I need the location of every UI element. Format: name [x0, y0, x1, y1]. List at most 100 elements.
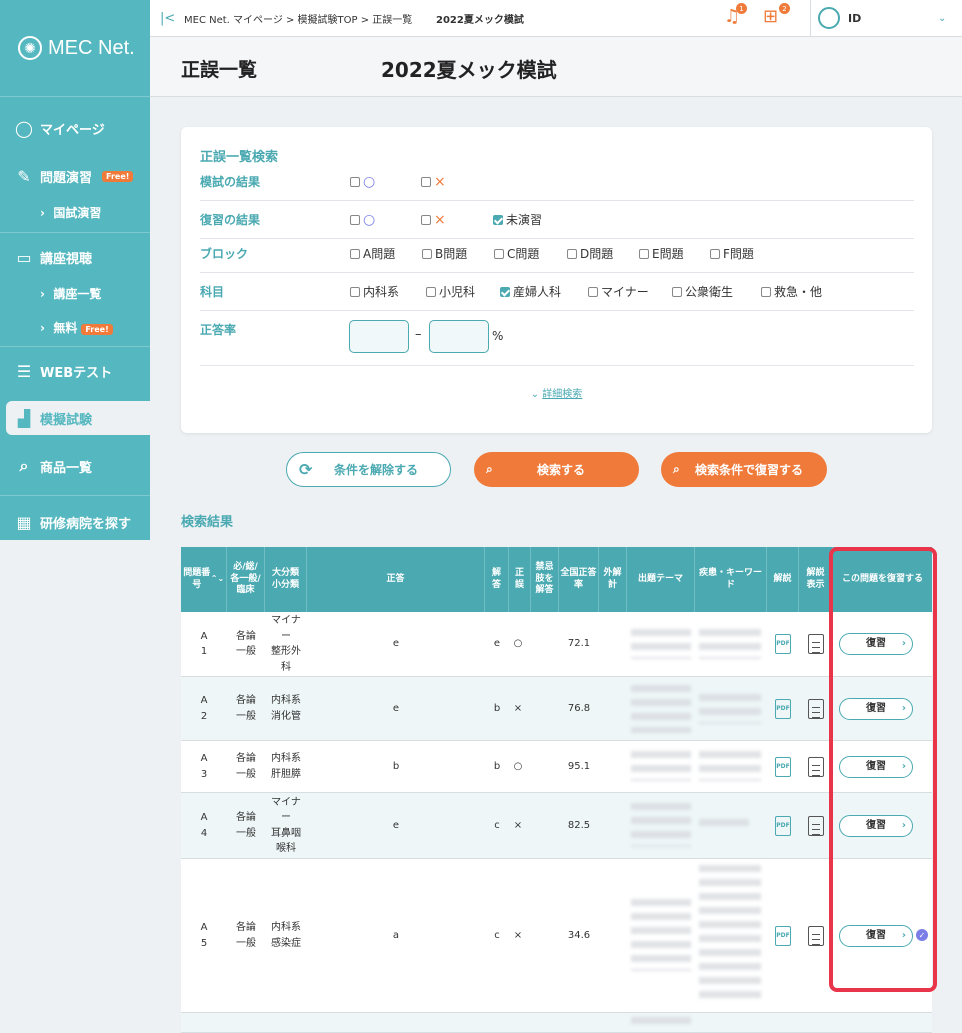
pdf-icon[interactable]: PDF — [767, 741, 799, 792]
filter-row-subject: 科目 内科系 小児科 産婦人科 マイナー 公衆衛生 救急・他 — [200, 273, 914, 311]
circle-icon: ○ — [363, 211, 376, 228]
rate-min-input[interactable] — [349, 320, 409, 353]
document-icon[interactable] — [799, 859, 833, 1012]
header-question-number[interactable]: 問題番号 ⌃⌄ — [181, 547, 227, 612]
header-contraindicated: 禁忌肢を解答 — [531, 547, 559, 612]
cell-rate: 82.5 — [567, 819, 591, 831]
subject-internal-checkbox[interactable]: 内科系 — [350, 283, 399, 300]
subject-emergency-checkbox[interactable]: 救急・他 — [761, 283, 822, 300]
search-button[interactable]: ⌕ 検索する — [474, 452, 639, 487]
results-heading: 検索結果 — [181, 515, 234, 530]
block-f-checkbox[interactable]: F問題 — [710, 245, 754, 262]
sidebar-item-lectures[interactable]: ▭ 講座視聴 — [0, 244, 150, 270]
breadcrumb-exam: 2022夏メック模試 — [436, 14, 524, 26]
block-a-checkbox[interactable]: A問題 — [350, 245, 395, 262]
cell-category: 内科系 感染症 — [271, 922, 301, 949]
sidebar-item-mypage[interactable]: ◯ マイページ — [0, 115, 150, 141]
cell-type: 各論 一般 — [236, 812, 256, 839]
bar-chart-icon: ▟ — [17, 408, 31, 428]
block-b-checkbox[interactable]: B問題 — [422, 245, 467, 262]
sidebar-item-mock-exam[interactable]: ▟ 模擬試験 — [6, 401, 150, 435]
header-theme: 出題テーマ — [627, 547, 695, 612]
logo[interactable]: ✺ MEC Net. — [0, 0, 150, 97]
user-icon[interactable] — [818, 7, 840, 29]
cell-result: × — [513, 819, 523, 831]
sidebar-subitem-kokushi[interactable]: › 国試演習 — [40, 204, 101, 221]
pdf-icon[interactable]: PDF — [767, 793, 799, 858]
unpracticed-checkbox[interactable]: 未演習 — [493, 211, 542, 228]
block-e-checkbox[interactable]: E問題 — [639, 245, 684, 262]
document-icon[interactable] — [799, 612, 833, 676]
user-id[interactable]: ID — [848, 12, 861, 25]
review-with-conditions-button[interactable]: ⌕ 検索条件で復習する — [661, 452, 827, 487]
cart-icon[interactable]: ⊞ 2 — [763, 3, 790, 27]
header-external: 外解計 — [599, 547, 627, 612]
sidebar-item-products[interactable]: ⌕ 商品一覧 — [0, 453, 150, 479]
block-c-checkbox[interactable]: C問題 — [494, 245, 539, 262]
sidebar-item-webtest[interactable]: ☰ WEBテスト — [0, 358, 150, 384]
sidebar-item-practice[interactable]: ✎ 問題演習 Free! — [0, 163, 150, 189]
cell-answer: b — [493, 760, 501, 772]
breadcrumb[interactable]: MEC Net. マイページ > 模擬試験TOP > 正誤一覧 — [184, 11, 412, 26]
detail-search-link[interactable]: ⌄ 詳細検索 — [181, 385, 932, 400]
cell-category: 内科系 消化管 — [271, 695, 301, 722]
cell-number: A 4 — [200, 812, 208, 839]
table-row — [181, 1013, 932, 1033]
reset-conditions-button[interactable]: ⟳ 条件を解除する — [286, 452, 451, 487]
document-icon[interactable] — [799, 793, 833, 858]
review-wrong-checkbox[interactable]: × — [421, 213, 446, 227]
cell-correct: e — [392, 638, 400, 650]
header-explanation: 解説 — [767, 547, 799, 612]
sidebar-subitem-lecture-list[interactable]: › 講座一覧 — [40, 285, 101, 302]
cell-number: A 1 — [200, 630, 208, 658]
pdf-icon[interactable]: PDF — [767, 859, 799, 1012]
subject-pediatrics-checkbox[interactable]: 小児科 — [426, 283, 475, 300]
user-circle-icon: ◯ — [15, 118, 33, 138]
cell-type: 各論 一般 — [236, 630, 256, 658]
blurred-theme — [631, 685, 691, 733]
header-result: 正誤 — [509, 547, 531, 612]
cell-correct: e — [392, 702, 400, 714]
bell-icon[interactable]: ♫ 1 — [724, 3, 747, 27]
exam-correct-checkbox[interactable]: ○ — [350, 175, 375, 189]
sidebar-subitem-free[interactable]: › 無料 Free! — [40, 319, 113, 336]
sidebar: ✺ MEC Net. ◯ マイページ ✎ 問題演習 Free! › 国試演習 ▭ 講座視… — [0, 0, 150, 540]
exam-wrong-checkbox[interactable]: × — [421, 175, 446, 189]
document-icon[interactable] — [799, 677, 833, 740]
table-row: A 4 各論 一般 マイナ ー 耳鼻咽 喉科 e c × 82.5 PDF 復習… — [181, 793, 932, 859]
table-row: A 2 各論 一般 内科系 消化管 e b × 76.8 PDF 復習 › — [181, 677, 932, 741]
subject-minor-checkbox[interactable]: マイナー — [588, 283, 649, 300]
review-column-highlight — [829, 547, 937, 992]
search-card: 正誤一覧検索 模試の結果 ○ × 復習の結果 ○ × 未演習 ブロック A問題 … — [181, 127, 932, 433]
rate-unit: % — [492, 329, 504, 343]
video-icon: ▭ — [16, 247, 32, 267]
cell-result: × — [513, 702, 523, 714]
header-category: 大分類小分類 — [265, 547, 307, 612]
pdf-icon[interactable]: PDF — [767, 677, 799, 740]
checklist-icon: ☰ — [16, 361, 32, 381]
review-correct-checkbox[interactable]: ○ — [350, 213, 375, 227]
cross-icon: × — [434, 173, 446, 190]
block-d-checkbox[interactable]: D問題 — [567, 245, 613, 262]
table-row: A 5 各論 一般 内科系 感染症 a c × 34.6 PDF 復習 › ✓ — [181, 859, 932, 1013]
collapse-sidebar-icon[interactable]: |< — [160, 11, 175, 26]
cart-count-badge: 2 — [779, 3, 790, 14]
cell-type: 各論 一般 — [236, 753, 256, 780]
logo-text: MEC Net. — [48, 36, 135, 59]
atom-icon: ✺ — [18, 36, 42, 60]
subject-public-health-checkbox[interactable]: 公衆衛生 — [672, 283, 733, 300]
pdf-icon[interactable]: PDF — [767, 612, 799, 676]
sidebar-item-hospital[interactable]: ▦ 研修病院を探す — [0, 509, 150, 535]
document-icon[interactable] — [799, 741, 833, 792]
search-icon: ⌕ — [673, 462, 680, 476]
blurred-theme — [631, 751, 691, 781]
cell-answer: b — [493, 702, 501, 714]
chevron-down-icon[interactable]: ⌄ — [938, 13, 946, 24]
cell-result: ○ — [513, 638, 523, 650]
subject-obgyn-checkbox[interactable]: 産婦人科 — [500, 283, 561, 300]
sort-icon: ⌃⌄ — [210, 574, 225, 584]
rate-max-input[interactable] — [429, 320, 489, 353]
filter-row-review-result: 復習の結果 ○ × 未演習 — [200, 201, 914, 239]
cell-rate: 76.8 — [567, 702, 591, 714]
header-correct: 正答 — [307, 547, 485, 612]
